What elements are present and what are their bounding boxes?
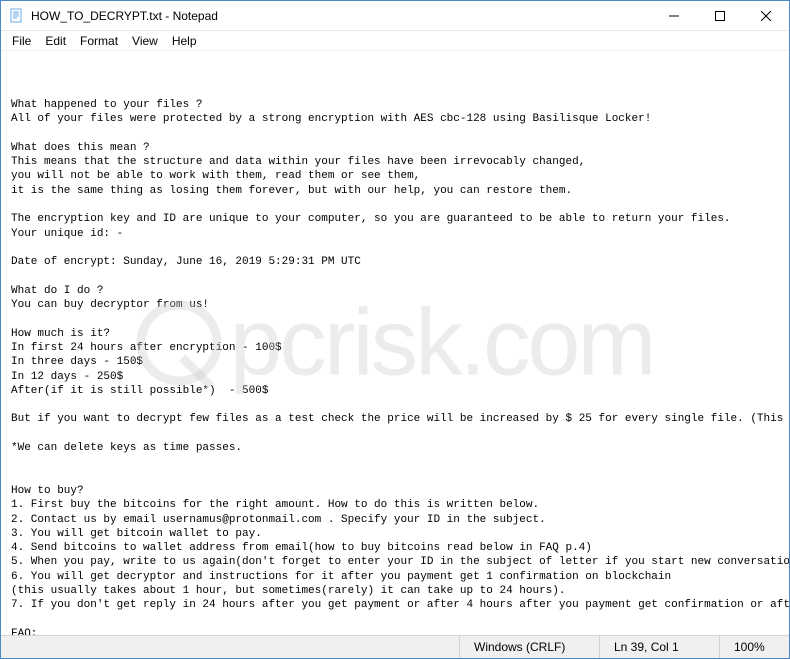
minimize-button[interactable] <box>651 1 697 30</box>
maximize-button[interactable] <box>697 1 743 30</box>
menubar: File Edit Format View Help <box>1 31 789 51</box>
notepad-window: HOW_TO_DECRYPT.txt - Notepad File Edit F… <box>0 0 790 659</box>
notepad-icon <box>9 8 25 24</box>
titlebar[interactable]: HOW_TO_DECRYPT.txt - Notepad <box>1 1 789 31</box>
document-text: What happened to your files ? All of you… <box>11 99 789 635</box>
menu-format[interactable]: Format <box>73 32 125 50</box>
close-button[interactable] <box>743 1 789 30</box>
window-controls <box>651 1 789 30</box>
statusbar: Windows (CRLF) Ln 39, Col 1 100% <box>1 635 789 658</box>
watermark-text: pcrisk.com <box>230 336 654 350</box>
text-area[interactable]: pcrisk.com What happened to your files ?… <box>1 51 789 635</box>
menu-edit[interactable]: Edit <box>38 32 73 50</box>
status-zoom: 100% <box>719 636 789 658</box>
status-lineending: Windows (CRLF) <box>459 636 599 658</box>
menu-help[interactable]: Help <box>165 32 204 50</box>
window-title: HOW_TO_DECRYPT.txt - Notepad <box>31 9 651 23</box>
menu-file[interactable]: File <box>5 32 38 50</box>
status-position: Ln 39, Col 1 <box>599 636 719 658</box>
menu-view[interactable]: View <box>125 32 165 50</box>
